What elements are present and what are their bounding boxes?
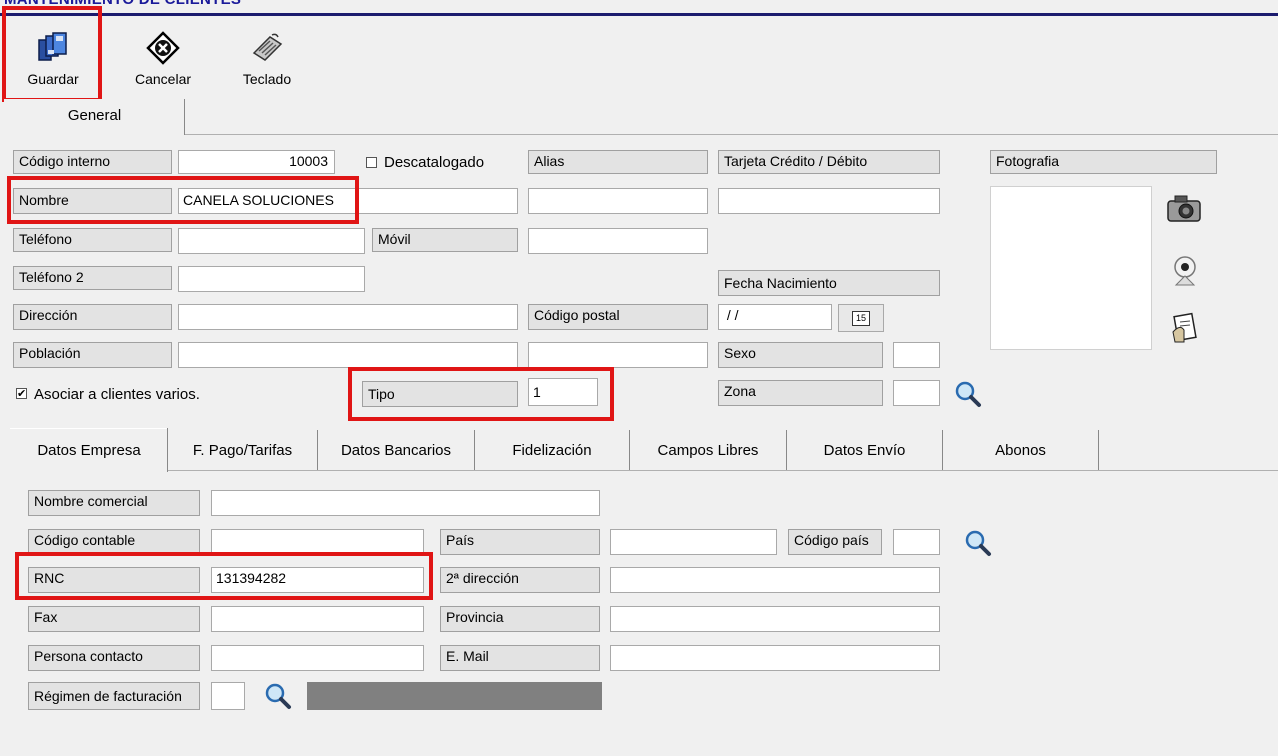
tab-datos-envio-label: Datos Envío [823,442,906,459]
highlight-rnc [15,552,433,600]
tab-datos-bancarios-label: Datos Bancarios [340,442,452,459]
cancel-label: Cancelar [134,71,192,87]
highlight-tipo [348,367,614,421]
telefono2-input[interactable] [178,266,365,292]
nombre-comercial-input[interactable] [211,490,600,516]
tabs-baseline [4,134,1278,135]
import-photo-icon[interactable] [1170,312,1200,344]
cancel-icon [146,31,180,65]
pais-label: País [440,529,600,555]
tab-abonos-label: Abonos [995,442,1046,459]
codigo-pais-label: Código país [788,529,882,555]
tab-fidelizacion[interactable]: Fidelización [475,428,629,470]
email-input[interactable] [610,645,940,671]
zona-input[interactable] [893,380,940,406]
asociar-label: Asociar a clientes varios. [34,386,200,403]
tab-datos-empresa[interactable]: Datos Empresa [10,428,168,472]
direccion-label: Dirección [13,304,172,330]
highlight-nombre [7,176,359,224]
tab-general-label: General [67,107,122,124]
regimen-label: Régimen de facturación [28,682,200,710]
telefono-label: Teléfono [13,228,172,252]
keyboard-label: Teclado [242,71,292,87]
segunda-direccion-label: 2ª dirección [440,567,600,593]
pais-input[interactable] [610,529,777,555]
regimen-description [307,682,602,710]
highlight-save [2,6,102,102]
poblacion-input[interactable] [178,342,518,368]
codigo-interno-label: Código interno [13,150,172,174]
alias-input[interactable] [528,188,708,214]
persona-contacto-input[interactable] [211,645,424,671]
tab-datos-empresa-label: Datos Empresa [37,442,141,459]
asociar-checkbox[interactable]: ✔ [16,388,27,400]
zona-label: Zona [718,380,883,406]
fecha-nacimiento-input[interactable]: / / [718,304,832,330]
tab-general[interactable]: General [4,99,185,135]
tab-campos-libres-label: Campos Libres [657,442,759,459]
photo-area[interactable] [990,186,1152,350]
webcam-icon[interactable] [1168,254,1202,288]
telefono2-label: Teléfono 2 [13,266,172,290]
cancel-button[interactable]: Cancelar [124,28,202,92]
codigo-postal-label: Código postal [528,304,708,330]
segunda-direccion-input[interactable] [610,567,940,593]
calendar-button[interactable]: 15 [838,304,884,332]
zona-search-icon[interactable] [954,380,982,408]
descatalogado-checkbox[interactable] [366,157,377,168]
title-divider [0,13,1278,16]
alias-label: Alias [528,150,708,174]
descatalogado-label: Descatalogado [384,154,485,171]
tab-campos-libres[interactable]: Campos Libres [630,428,786,470]
movil-input[interactable] [528,228,708,254]
regimen-input[interactable] [211,682,245,710]
nombre-comercial-label: Nombre comercial [28,490,200,516]
camera-icon[interactable] [1166,194,1202,224]
movil-label: Móvil [372,228,518,252]
sexo-input[interactable] [893,342,940,368]
keyboard-button[interactable]: Teclado [228,28,306,92]
codigo-interno-input[interactable]: 10003 [178,150,335,174]
tab-fidelizacion-label: Fidelización [512,442,592,459]
codigo-pais-input[interactable] [893,529,940,555]
tab-f-pago-tarifas-label: F. Pago/Tarifas [192,442,293,459]
provincia-input[interactable] [610,606,940,632]
direccion-input[interactable] [178,304,518,330]
provincia-label: Provincia [440,606,600,632]
tab-datos-envio[interactable]: Datos Envío [787,428,942,470]
tarjeta-input[interactable] [718,188,940,214]
tab-separator [1098,430,1099,470]
keyboard-icon [252,33,283,61]
persona-contacto-label: Persona contacto [28,645,200,671]
regimen-search-icon[interactable] [264,682,292,710]
fax-input[interactable] [211,606,424,632]
tab-general-edge [184,99,185,135]
subtabs-bar: Datos Empresa F. Pago/Tarifas Datos Banc… [10,428,1278,472]
window-title-bar: MANTENIMIENTO DE CLIENTES [0,0,1278,14]
fotografia-label: Fotografia [990,150,1217,174]
tab-abonos[interactable]: Abonos [943,428,1098,470]
poblacion-extra-input[interactable] [528,342,708,368]
email-label: E. Mail [440,645,600,671]
poblacion-label: Población [13,342,172,368]
telefono-input[interactable] [178,228,365,254]
calendar-icon: 15 [852,311,870,326]
sexo-label: Sexo [718,342,883,368]
tab-datos-bancarios[interactable]: Datos Bancarios [318,428,474,470]
tarjeta-label: Tarjeta Crédito / Débito [718,150,940,174]
fecha-nacimiento-label: Fecha Nacimiento [718,270,940,296]
pais-search-icon[interactable] [964,529,992,557]
tab-f-pago-tarifas[interactable]: F. Pago/Tarifas [168,428,317,470]
fax-label: Fax [28,606,200,632]
